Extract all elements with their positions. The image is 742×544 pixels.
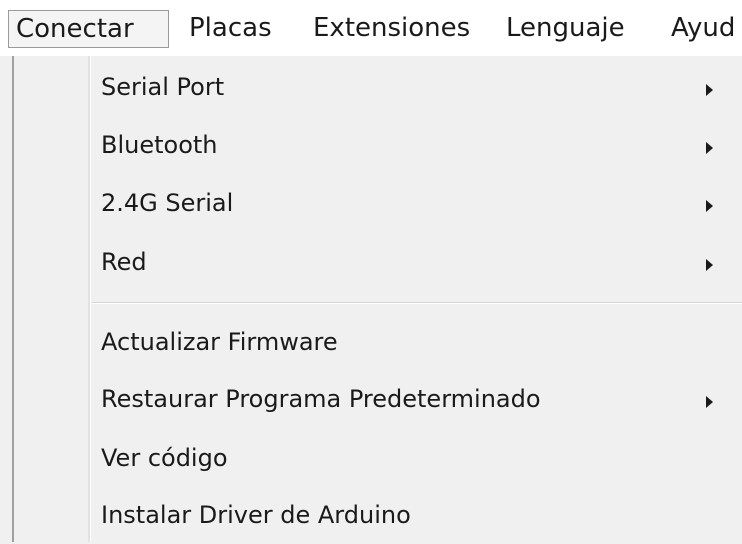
menu-conectar[interactable]: Conectar — [8, 10, 169, 48]
menu-item-label: 2.4G Serial — [101, 189, 234, 217]
menu-bar: Conectar Placas Extensiones Lenguaje Ayu… — [0, 0, 742, 56]
menu-item-actualizar-firmware[interactable]: Actualizar Firmware — [14, 313, 742, 369]
submenu-arrow-icon — [706, 259, 713, 271]
menu-item-instalar-driver[interactable]: Instalar Driver de Arduino — [14, 486, 742, 542]
menu-item-label: Bluetooth — [101, 131, 218, 159]
menu-item-label: Actualizar Firmware — [101, 328, 338, 356]
menu-item-serial-port[interactable]: Serial Port — [14, 58, 742, 114]
menu-ayuda[interactable]: Ayud — [660, 10, 742, 48]
submenu-arrow-icon — [706, 84, 713, 96]
menu-item-2-4g-serial[interactable]: 2.4G Serial — [14, 174, 742, 230]
menu-item-bluetooth[interactable]: Bluetooth — [14, 116, 742, 172]
menu-extensiones[interactable]: Extensiones — [302, 10, 481, 48]
conectar-dropdown-menu: Serial Port Bluetooth 2.4G Serial Red Ac… — [12, 56, 742, 542]
menu-item-ver-codigo[interactable]: Ver código — [14, 429, 742, 485]
menu-item-restaurar-programa[interactable]: Restaurar Programa Predeterminado — [14, 370, 742, 426]
submenu-arrow-icon — [706, 200, 713, 212]
menu-item-label: Serial Port — [101, 73, 225, 101]
menu-placas[interactable]: Placas — [178, 10, 283, 48]
menu-item-label: Instalar Driver de Arduino — [101, 501, 411, 529]
submenu-arrow-icon — [706, 396, 713, 408]
menu-item-label: Ver código — [101, 444, 228, 472]
menu-item-label: Restaurar Programa Predeterminado — [101, 385, 541, 413]
menu-item-label: Red — [101, 248, 147, 276]
menu-lenguaje[interactable]: Lenguaje — [495, 10, 636, 48]
menu-item-red[interactable]: Red — [14, 233, 742, 289]
menu-separator — [92, 302, 742, 304]
submenu-arrow-icon — [706, 142, 713, 154]
